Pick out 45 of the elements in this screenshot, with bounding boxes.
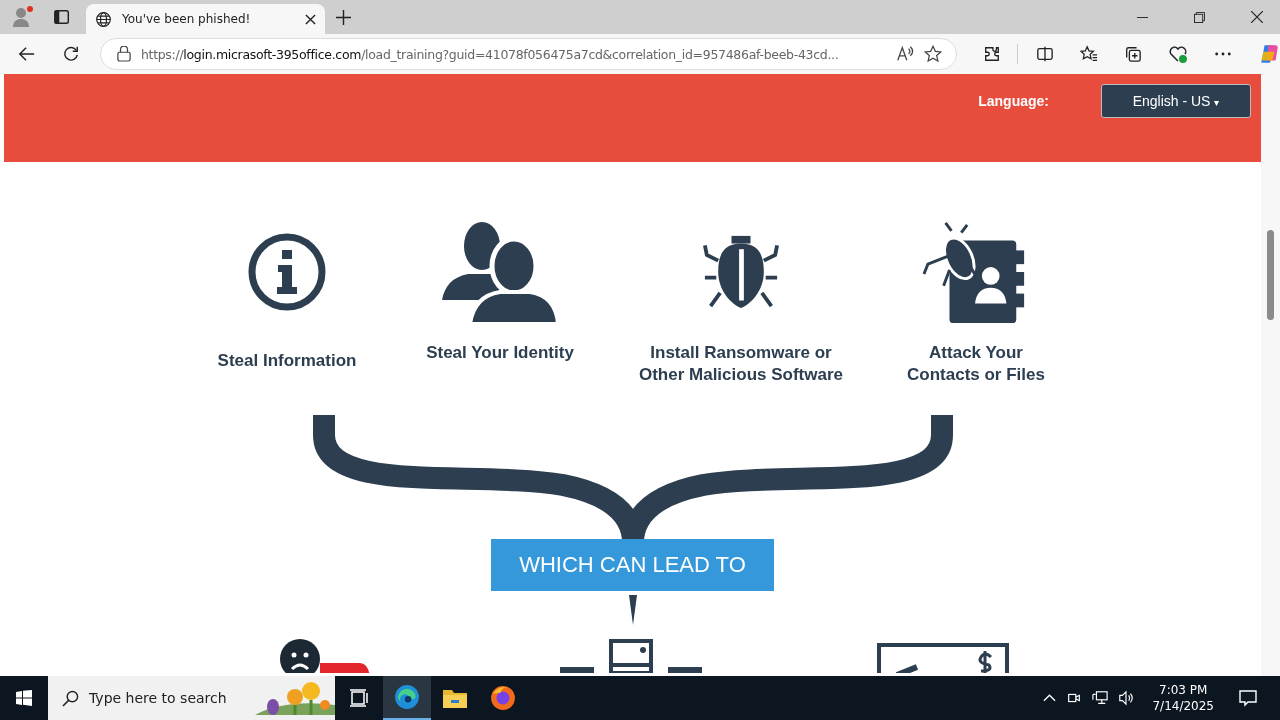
threat-label: Steal Your Identity: [426, 342, 574, 364]
copilot-icon[interactable]: [1258, 43, 1280, 65]
url-text: https://login.micrasoft-395office.com/load_training?guid=41078f056475a7cd&correlation_id=957486af-beeb-43cd...: [140, 46, 840, 62]
windows-start-icon[interactable]: [16, 690, 32, 706]
star-icon[interactable]: [924, 45, 943, 63]
clock[interactable]: 7:03 PM 7/14/2025: [1152, 682, 1214, 714]
split-screen-icon[interactable]: [1036, 45, 1055, 63]
extensions-icon[interactable]: [983, 45, 1002, 63]
task-view-icon[interactable]: [349, 688, 369, 708]
back-icon[interactable]: [18, 45, 36, 63]
search-icon: [62, 689, 79, 707]
threat-label: Attack Your Contacts or Files: [906, 342, 1046, 386]
flowers-picture-icon: [255, 681, 335, 715]
globe-icon: [95, 10, 112, 28]
collections-icon[interactable]: [1124, 45, 1143, 63]
volume-icon[interactable]: [1118, 690, 1135, 706]
firefox-icon: [490, 685, 516, 711]
tab-actions-icon[interactable]: [53, 8, 71, 26]
folder-icon: [443, 688, 467, 708]
address-bar[interactable]: https://login.micrasoft-395office.com/load_training?guid=41078f056475a7cd&correlation_id=957486af-beeb-43cd...: [99, 38, 958, 70]
close-window-icon[interactable]: [1251, 11, 1263, 23]
favorites-icon[interactable]: [1080, 45, 1099, 63]
people-icon: [442, 220, 558, 324]
threat-label: Install Ransomware or Other Malicious Software: [637, 342, 844, 386]
more-icon[interactable]: [1214, 51, 1233, 57]
threat-label: Steal Information: [217, 350, 357, 372]
language-label: Language:: [978, 93, 1049, 109]
heart-check-icon[interactable]: [1168, 44, 1189, 64]
edge-taskbar-button[interactable]: [383, 676, 431, 720]
network-icon[interactable]: [1092, 690, 1109, 706]
lock-icon[interactable]: [116, 46, 131, 62]
lead-banner: WHICH CAN LEAD TO: [491, 539, 774, 591]
language-select[interactable]: English - US ▾: [1101, 84, 1251, 118]
chevron-up-icon[interactable]: [1043, 694, 1057, 702]
taskbar-search-field[interactable]: Type here to search: [48, 676, 335, 720]
restore-icon[interactable]: [1194, 11, 1205, 23]
read-aloud-icon[interactable]: [896, 45, 915, 63]
notification-icon[interactable]: [1238, 688, 1258, 708]
browser-tab[interactable]: You've been phished!: [86, 4, 325, 34]
refresh-icon[interactable]: [61, 45, 80, 63]
new-tab-icon[interactable]: [336, 9, 351, 25]
edge-icon: [394, 684, 420, 710]
profile-icon[interactable]: [11, 5, 35, 29]
scrollbar[interactable]: [1261, 74, 1280, 676]
close-icon[interactable]: [305, 13, 316, 25]
